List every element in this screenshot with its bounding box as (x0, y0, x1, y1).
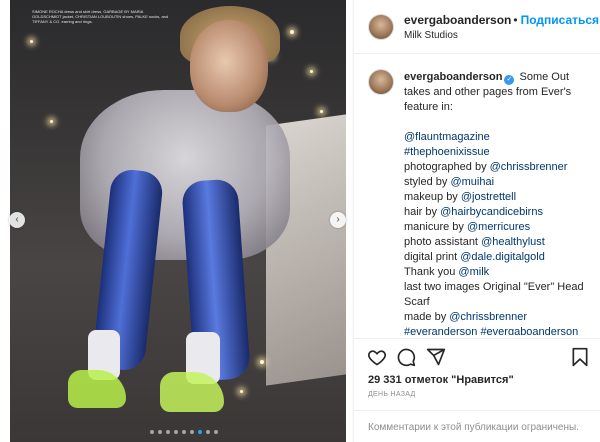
share-icon[interactable] (426, 347, 446, 367)
comment-line: @flauntmagazine (404, 130, 594, 145)
header-username[interactable]: evergaboanderson (404, 13, 511, 27)
mention-link[interactable]: @merricures (467, 221, 530, 233)
mention-link[interactable]: @muihai (450, 176, 494, 188)
post-timestamp[interactable]: ДЕНЬ НАЗАД (368, 391, 416, 398)
comment-line: styled by @muihai (404, 175, 594, 190)
comment-line: hair by @hairbycandicebirns (404, 205, 594, 220)
carousel-prev-button[interactable]: ‹ (9, 212, 25, 228)
carousel-dot (198, 430, 202, 434)
post-header: evergaboanderson • Подписаться Milk Studio… (354, 0, 600, 54)
mention-link[interactable]: @chrissbrenner (490, 161, 568, 173)
action-bar (354, 338, 600, 376)
caption-comment: evergaboanderson ✓ Some Out takes and oth… (404, 70, 594, 335)
model-face (190, 20, 268, 112)
comment-line-text: digital print (404, 251, 461, 263)
comment-line-text: photographed by (404, 161, 490, 173)
bookmark-icon[interactable] (570, 347, 590, 367)
mention-link[interactable]: @milk (458, 266, 489, 278)
hashtag-link[interactable]: @flauntmagazine (404, 131, 490, 143)
comment-line-text: last two images Original "Ever" Head Sca… (404, 281, 584, 308)
header-separator: • (513, 13, 518, 27)
comment-line-text: hair by (404, 206, 441, 218)
comment-line-text: Thank you (404, 266, 459, 278)
header-user-line: evergaboanderson • Подписаться (404, 13, 599, 27)
mention-link[interactable]: @hairbycandicebirns (440, 206, 543, 218)
comment-line-text: photo assistant (404, 236, 482, 248)
image-caption-text: SIMONE ROCHA dress and skirt dress, GARB… (32, 9, 169, 24)
fairy-light (290, 30, 294, 34)
comments-section: evergaboanderson ✓ Some Out takes and oth… (354, 55, 600, 335)
carousel-dot (206, 430, 210, 434)
mention-link[interactable]: @jostrettell (461, 191, 516, 203)
fairy-light (310, 70, 313, 73)
comment-line-text: manicure by (404, 221, 467, 233)
hashtag-link[interactable]: #everanderson #evergaboanderson (404, 326, 578, 335)
fairy-light (30, 40, 33, 43)
comment-line: digital print @dale.digitalgold (404, 250, 594, 265)
comment-line-text: styled by (404, 176, 451, 188)
comment-line: #everanderson #evergaboanderson (404, 325, 594, 335)
post-media: SIMONE ROCHA dress and skirt dress, GARB… (0, 0, 352, 442)
fairy-light (260, 360, 264, 364)
fairy-light (320, 110, 323, 113)
carousel-dot (174, 430, 178, 434)
verified-badge-icon: ✓ (504, 75, 515, 85)
hashtag-link[interactable]: #thephoenixissue (404, 146, 490, 158)
carousel-dot (166, 430, 170, 434)
carousel-next-button[interactable]: › (330, 212, 346, 228)
comment-icon[interactable] (396, 347, 416, 367)
comment-spacer (404, 115, 594, 130)
post-sidebar: evergaboanderson • Подписаться Milk Studio… (353, 0, 600, 442)
comment-line-text: makeup by (404, 191, 461, 203)
comment-line: photo assistant @healthylust (404, 235, 594, 250)
follow-button[interactable]: Подписаться (521, 13, 599, 27)
heart-icon[interactable] (367, 347, 387, 367)
comment-line: last two images Original "Ever" Head Sca… (404, 280, 594, 310)
fairy-light (240, 390, 243, 393)
comment-line: made by @chrissbrenner (404, 310, 594, 325)
carousel-dots (150, 430, 218, 434)
avatar[interactable] (368, 14, 394, 40)
likes-count[interactable]: 29 331 отметок "Нравится" (368, 374, 514, 386)
carousel-dot (214, 430, 218, 434)
post-photo[interactable]: SIMONE ROCHA dress and skirt dress, GARB… (10, 0, 346, 442)
comment-username[interactable]: evergaboanderson (404, 71, 502, 83)
carousel-dot (190, 430, 194, 434)
location-link[interactable]: Milk Studios (404, 30, 458, 41)
carousel-dot (150, 430, 154, 434)
comment-line: photographed by @chrissbrenner (404, 160, 594, 175)
comments-restricted-text: Комментарии к этой публикации ограничены… (368, 422, 579, 433)
comment-lines: @flauntmagazine #thephoenixissue photograp… (404, 130, 594, 335)
comment-line: makeup by @jostrettell (404, 190, 594, 205)
mention-link[interactable]: @healthylust (481, 236, 545, 248)
mention-link[interactable]: @chrissbrenner (449, 311, 527, 323)
avatar[interactable] (368, 69, 394, 95)
fairy-light (50, 120, 53, 123)
carousel-dot (158, 430, 162, 434)
comment-line: Thank you @milk (404, 265, 594, 280)
comment-line: #thephoenixissue (404, 145, 594, 160)
comment-footer: Комментарии к этой публикации ограничены… (354, 410, 600, 442)
carousel-dot (182, 430, 186, 434)
comment-line-text: made by (404, 311, 450, 323)
mention-link[interactable]: @dale.digitalgold (460, 251, 545, 263)
comment-line: manicure by @merricures (404, 220, 594, 235)
